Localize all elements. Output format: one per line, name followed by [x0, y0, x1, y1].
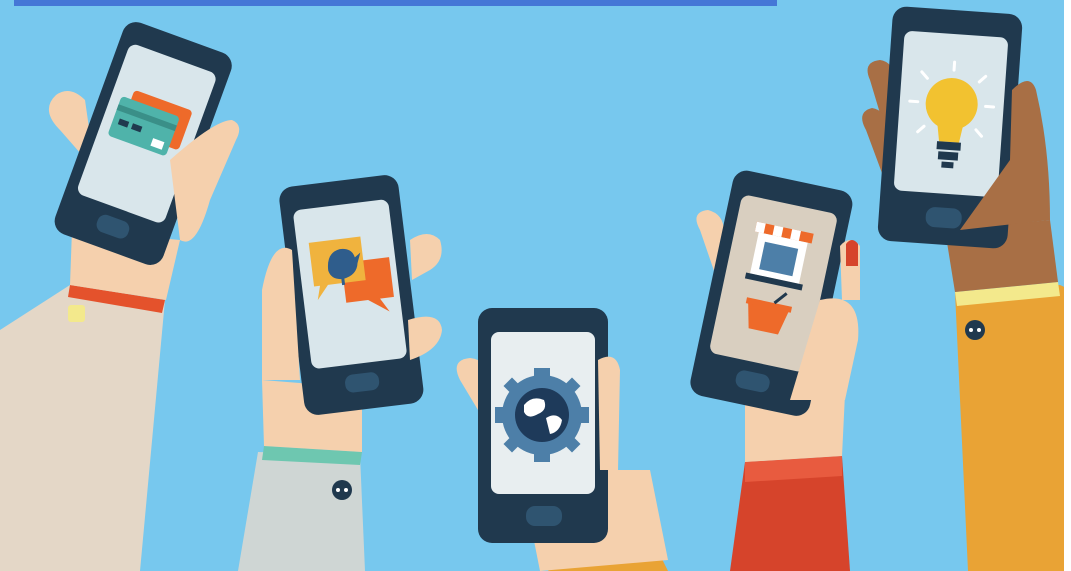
hands-phones-illustration — [0, 0, 1071, 571]
fingers-front — [598, 356, 620, 470]
sleeve-beige — [0, 285, 165, 571]
cuff-button — [965, 320, 985, 340]
fingernail — [846, 240, 858, 266]
phone-home-button — [526, 506, 562, 526]
top-band — [14, 0, 777, 6]
cuff-badge — [68, 305, 85, 322]
phone-home-button — [925, 207, 962, 229]
right-edge — [1064, 0, 1071, 571]
cuff-button — [332, 480, 352, 500]
sleeve-grey — [238, 452, 365, 571]
globe-gear-icon — [495, 368, 589, 462]
